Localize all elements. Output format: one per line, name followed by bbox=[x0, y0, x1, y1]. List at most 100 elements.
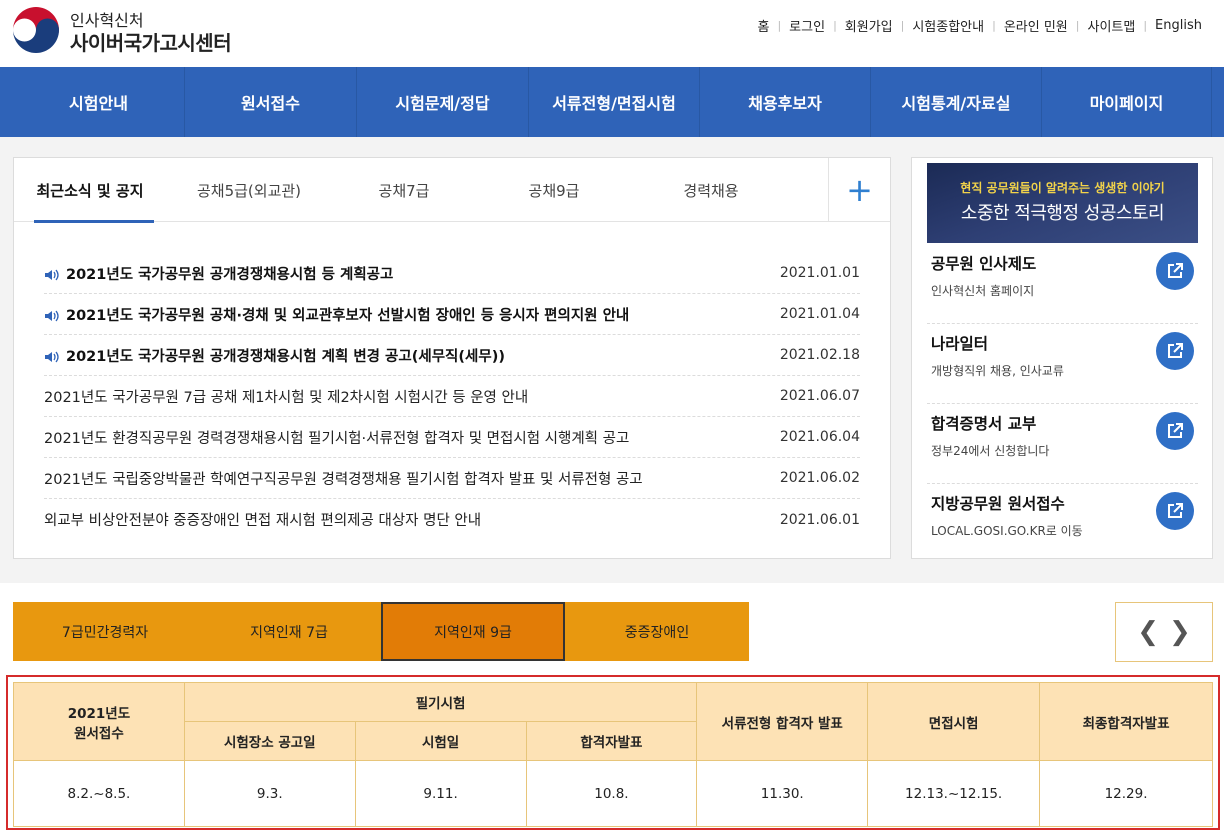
util-link[interactable]: 시험종합안내 bbox=[912, 16, 984, 35]
notice-row: 2021년도 환경직공무원 경력경쟁채용시험 필기시험·서류전형 합격자 및 면… bbox=[44, 417, 860, 458]
tab-notice[interactable]: 공채5급(외교관) bbox=[174, 158, 324, 222]
tab-notice[interactable]: 공채7급 bbox=[339, 158, 469, 222]
notice-title[interactable]: 외교부 비상안전분야 중증장애인 면접 재시험 편의제공 대상자 명단 안내 bbox=[44, 509, 770, 530]
notice-title[interactable]: 2021년도 국가공무원 공채·경채 및 외교관후보자 선발시험 장애인 등 응… bbox=[44, 304, 770, 325]
value-final: 12.29. bbox=[1039, 760, 1213, 827]
banner-title: 소중한 적극행정 성공스토리 bbox=[960, 203, 1165, 224]
government-emblem-icon[interactable] bbox=[12, 6, 60, 54]
speaker-icon bbox=[45, 269, 59, 280]
util-separator: | bbox=[992, 19, 996, 32]
header-apply: 2021년도 원서접수 bbox=[13, 682, 185, 761]
more-button[interactable]: + bbox=[828, 158, 890, 222]
quick-link-subtitle: LOCAL.GOSI.GO.KR로 이동 bbox=[931, 524, 1083, 538]
notice-date: 2021.01.01 bbox=[779, 265, 860, 281]
notice-date: 2021.06.07 bbox=[779, 388, 860, 404]
notice-title-text: 2021년도 국가공무원 공개경쟁채용시험 계획 변경 공고(세무직(세무)) bbox=[66, 348, 505, 365]
notice-title-text: 2021년도 환경직공무원 경력경쟁채용시험 필기시험·서류전형 합격자 및 면… bbox=[44, 430, 630, 447]
speaker-icon bbox=[45, 351, 59, 362]
notice-row: 2021년도 국립중앙박물관 학예연구직공무원 경력경쟁채용 필기시험 합격자 … bbox=[44, 458, 860, 499]
notice-row: 외교부 비상안전분야 중증장애인 면접 재시험 편의제공 대상자 명단 안내 20… bbox=[44, 499, 860, 540]
quick-link-subtitle: 개방형직위 채용, 인사교류 bbox=[931, 364, 1064, 378]
nav-item[interactable]: 시험안내 bbox=[13, 67, 185, 137]
exam-tab[interactable]: 중증장애인 bbox=[565, 602, 749, 661]
site-title[interactable]: 사이버국가고시센터 bbox=[70, 27, 232, 56]
notice-title[interactable]: 2021년도 국가공무원 공개경쟁채용시험 계획 변경 공고(세무직(세무)) bbox=[44, 345, 770, 366]
notice-title-text: 외교부 비상안전분야 중증장애인 면접 재시험 편의제공 대상자 명단 안내 bbox=[44, 513, 482, 529]
util-link[interactable]: 홈 bbox=[757, 16, 769, 35]
exam-tab[interactable]: 지역인재 7급 bbox=[197, 602, 381, 661]
header-interview: 면접시험 bbox=[867, 682, 1041, 761]
quick-link-title: 나라일터 bbox=[931, 335, 989, 353]
util-separator: | bbox=[777, 19, 782, 32]
value-pass: 10.8. bbox=[525, 760, 698, 827]
quick-link-subtitle: 인사혁신처 홈페이지 bbox=[931, 284, 1035, 298]
carousel-arrows: ❮ ❯ bbox=[1115, 602, 1213, 662]
notice-row: 2021년도 국가공무원 공개경쟁채용시험 계획 변경 공고(세무직(세무)) 2… bbox=[44, 335, 860, 376]
quick-link-item[interactable]: 나라일터개방형직위 채용, 인사교류 bbox=[927, 324, 1198, 404]
notice-date: 2021.06.01 bbox=[779, 511, 860, 528]
quick-links-panel: 현직 공무원들이 알려주는 생생한 이야기 소중한 적극행정 성공스토리 공무원… bbox=[911, 157, 1213, 559]
util-separator: | bbox=[900, 19, 905, 32]
exam-tab[interactable]: 지역인재 9급 bbox=[381, 602, 565, 661]
notice-title[interactable]: 2021년도 국가공무원 7급 공채 제1차시험 및 제2차시험 시험시간 등 … bbox=[44, 386, 770, 407]
util-link[interactable]: 회원가입 bbox=[845, 16, 893, 35]
util-separator: | bbox=[833, 19, 837, 32]
chevron-right-icon[interactable]: ❯ bbox=[1169, 619, 1191, 645]
header-place: 시험장소 공고일 bbox=[183, 721, 356, 761]
notice-title-text: 2021년도 국가공무원 공개경쟁채용시험 등 계획공고 bbox=[66, 266, 394, 283]
header-doc-result: 서류전형 합격자 발표 bbox=[696, 682, 869, 761]
notice-tabs: 최근소식 및 공지 공채5급(외교관) 공채7급 공채9급 경력채용 bbox=[14, 158, 890, 223]
notice-title-text: 2021년도 국가공무원 7급 공채 제1차시험 및 제2차시험 시험시간 등 … bbox=[44, 389, 529, 406]
value-place: 9.3. bbox=[183, 760, 356, 827]
quick-link-title: 공무원 인사제도 bbox=[931, 255, 1037, 273]
quick-link-item[interactable]: 지방공무원 원서접수 LOCAL.GOSI.GO.KR로 이동 bbox=[927, 484, 1198, 564]
util-separator: | bbox=[1143, 19, 1148, 32]
util-link[interactable]: 사이트맵 bbox=[1087, 16, 1135, 35]
tab-notice[interactable]: 최근소식 및 공지 bbox=[26, 158, 154, 223]
tab-notice[interactable]: 경력채용 bbox=[646, 158, 776, 222]
notice-title-text: 2021년도 국가공무원 공채·경채 및 외교관후보자 선발시험 장애인 등 응… bbox=[66, 307, 630, 324]
value-exam-day: 9.11. bbox=[354, 760, 527, 827]
notice-panel: 최근소식 및 공지 공채5급(외교관) 공채7급 공채9급 경력채용 + 2021년도 … bbox=[13, 157, 891, 559]
nav-item[interactable]: 마이페이지 bbox=[1042, 67, 1212, 137]
notice-title[interactable]: 2021년도 국립중앙박물관 학예연구직공무원 경력경쟁채용 필기시험 합격자 … bbox=[44, 468, 770, 489]
notice-title[interactable]: 2021년도 국가공무원 공개경쟁채용시험 등 계획공고 bbox=[44, 263, 770, 284]
main-navigation: 시험안내 원서접수 시험문제/정답 서류전형/면접시험 채용후보자 시험통계/자료실 마이페… bbox=[0, 67, 1224, 137]
quick-link-item[interactable]: 합격증명서 교부정부24에서 신청합니다 bbox=[927, 404, 1198, 484]
notice-date: 2021.02.18 bbox=[779, 347, 860, 363]
utility-links: 홈 | 로그인 | 회원가입 | 시험종합안내 | 온라인 민원 | 사이트맵 | English bbox=[757, 16, 1202, 35]
util-link[interactable]: 온라인 민원 bbox=[1004, 16, 1068, 35]
quick-link-item[interactable]: 공무원 인사제도인사혁신처 홈페이지 bbox=[927, 244, 1198, 324]
banner-subtitle: 현직 공무원들이 알려주는 생생한 이야기 bbox=[960, 181, 1165, 195]
quick-link-title: 합격증명서 교부 bbox=[931, 415, 1037, 433]
external-link-icon[interactable] bbox=[1156, 492, 1194, 530]
header-final: 최종합격자발표 bbox=[1039, 682, 1213, 761]
nav-item[interactable]: 채용후보자 bbox=[700, 67, 871, 137]
header-exam-day: 시험일 bbox=[354, 721, 527, 761]
notice-title-text: 2021년도 국립중앙박물관 학예연구직공무원 경력경쟁채용 필기시험 합격자 … bbox=[44, 471, 643, 488]
nav-item[interactable]: 서류전형/면접시험 bbox=[529, 67, 700, 137]
value-interview: 12.13.~12.15. bbox=[867, 760, 1041, 827]
nav-item[interactable]: 시험문제/정답 bbox=[357, 67, 529, 137]
value-doc-result: 11.30. bbox=[696, 760, 869, 827]
nav-item[interactable]: 원서접수 bbox=[185, 67, 357, 137]
exam-tab[interactable]: 7급민간경력자 bbox=[13, 602, 197, 661]
notice-date: 2021.06.04 bbox=[779, 429, 860, 445]
util-link[interactable]: English bbox=[1155, 18, 1202, 33]
notice-date: 2021.06.02 bbox=[779, 470, 860, 486]
nav-item[interactable]: 시험통계/자료실 bbox=[871, 67, 1042, 137]
speaker-icon bbox=[45, 310, 59, 321]
util-link[interactable]: 로그인 bbox=[789, 16, 825, 35]
util-separator: | bbox=[1075, 19, 1080, 32]
notice-row: 2021년도 국가공무원 공개경쟁채용시험 등 계획공고 2021.01.01 bbox=[44, 253, 860, 294]
external-link-icon[interactable] bbox=[1156, 252, 1194, 290]
chevron-left-icon[interactable]: ❮ bbox=[1137, 619, 1159, 645]
external-link-icon[interactable] bbox=[1156, 332, 1194, 370]
external-link-icon[interactable] bbox=[1156, 412, 1194, 450]
quick-link-subtitle: 정부24에서 신청합니다 bbox=[931, 444, 1050, 458]
story-banner[interactable]: 현직 공무원들이 알려주는 생생한 이야기 소중한 적극행정 성공스토리 bbox=[927, 163, 1198, 243]
tab-notice[interactable]: 공채9급 bbox=[489, 158, 619, 222]
notice-row: 2021년도 국가공무원 7급 공채 제1차시험 및 제2차시험 시험시간 등 … bbox=[44, 376, 860, 417]
value-apply: 8.2.~8.5. bbox=[13, 760, 185, 827]
notice-title[interactable]: 2021년도 환경직공무원 경력경쟁채용시험 필기시험·서류전형 합격자 및 면… bbox=[44, 427, 770, 448]
